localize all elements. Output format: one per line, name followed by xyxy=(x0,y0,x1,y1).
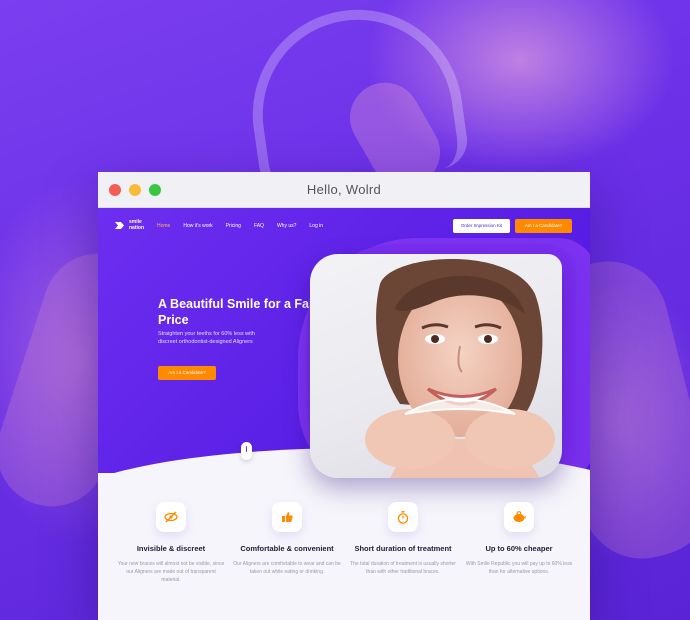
nav-item-login[interactable]: Log in xyxy=(309,223,323,229)
stopwatch-icon xyxy=(388,502,418,532)
feature-card: Comfortable & convenient Our Aligners ar… xyxy=(232,502,342,576)
logo-text: smile nation xyxy=(129,219,144,231)
thumbs-up-icon xyxy=(272,502,302,532)
feature-text: The total duration of treatment is usual… xyxy=(350,561,456,575)
nav-item-pricing[interactable]: Pricing xyxy=(226,223,241,229)
window-titlebar: Hello, Wolrd xyxy=(98,172,590,208)
features-section: Invisible & discreet Your new braces wil… xyxy=(98,502,590,620)
feature-text: With Smile Republic you will pay up to 6… xyxy=(465,561,573,575)
window-title: Hello, Wolrd xyxy=(306,182,382,197)
nav-item-home[interactable]: Home xyxy=(157,223,170,229)
piggy-bank-icon xyxy=(504,502,534,532)
logo-icon xyxy=(114,220,125,231)
feature-title: Up to 60% cheaper xyxy=(485,544,553,553)
nav-item-why-us[interactable]: Why us? xyxy=(277,223,296,229)
smiling-woman-image xyxy=(365,259,555,478)
nav-item-faq[interactable]: FAQ xyxy=(254,223,264,229)
browser-window: Hello, Wolrd smile nation Home How it's … xyxy=(98,172,590,620)
hero-title: A Beautiful Smile for a Fair Price xyxy=(158,297,318,327)
feature-card: Up to 60% cheaper With Smile Republic yo… xyxy=(464,502,574,576)
feature-card: Short duration of treatment The total du… xyxy=(348,502,458,576)
nav-links: Home How it's work Pricing FAQ Why us? L… xyxy=(157,223,336,229)
hero-subtitle: Straighten your teeths for 60% less with… xyxy=(158,331,255,345)
feature-text: Your new braces will almost not be visib… xyxy=(117,561,225,583)
feature-text: Our Aligners are comfortable to wear and… xyxy=(233,561,341,575)
eye-slash-icon xyxy=(156,502,186,532)
logo[interactable]: smile nation xyxy=(114,219,149,231)
nav-item-how-it-works[interactable]: How it's work xyxy=(183,223,212,229)
hero-photo xyxy=(310,254,562,478)
candidate-button-hero[interactable]: Am I a Candidate? xyxy=(158,366,216,380)
scroll-down-indicator[interactable] xyxy=(241,442,252,460)
feature-card: Invisible & discreet Your new braces wil… xyxy=(116,502,226,584)
candidate-button-nav[interactable]: Am I a Candidate? xyxy=(515,219,572,233)
feature-title: Short duration of treatment xyxy=(354,544,452,553)
navbar: smile nation Home How it's work Pricing … xyxy=(98,208,590,244)
feature-title: Comfortable & convenient xyxy=(240,544,334,553)
order-impression-kit-button[interactable]: Order Impression Kit xyxy=(453,219,510,233)
feature-title: Invisible & discreet xyxy=(136,544,206,553)
